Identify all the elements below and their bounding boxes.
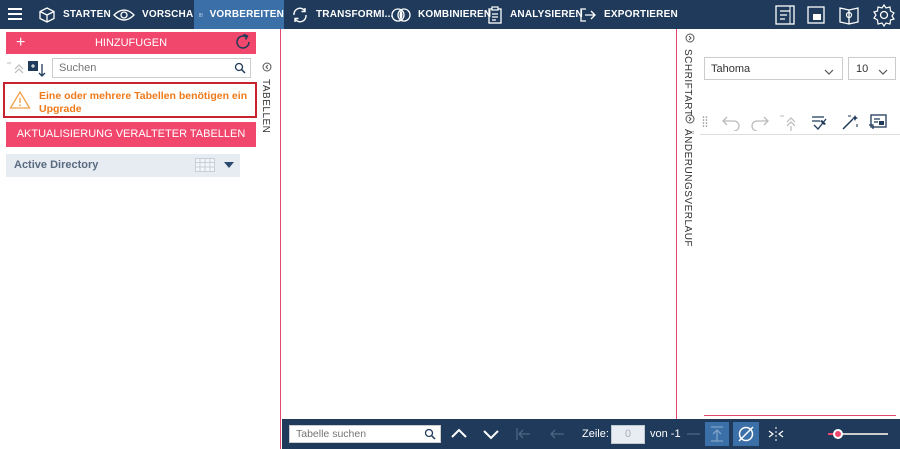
right-panel-tabs: SCHRIFTART ÄNDERUNGSVERLAUF [676,29,700,419]
book-icon[interactable] [837,3,861,27]
cube-icon [39,6,55,23]
font-family-select[interactable]: Tahoma [704,57,843,80]
transform-icon [293,7,307,22]
move-to-top-icon[interactable] [780,113,800,131]
tab-aenderungsverlauf[interactable]: ÄNDERUNGSVERLAUF [682,129,693,247]
row-count-label: von -1 [650,428,681,440]
divider [704,415,896,416]
next-row-icon[interactable] [685,425,703,443]
nav-vorschau[interactable]: VORSCHAU [113,0,201,29]
jump-to-top-button[interactable] [705,422,729,446]
add-table-button-label: HINZUFUGEN [94,37,168,49]
redo-icon[interactable] [750,113,770,132]
eye-icon [113,8,135,21]
nav-vorbereiten[interactable]: VORBEREITEN [194,0,284,29]
grid-icon[interactable] [195,158,215,172]
search-icon[interactable] [234,62,246,77]
magic-icon[interactable] [840,113,860,131]
chevron-down-icon[interactable] [482,425,500,443]
zoom-slider[interactable] [828,429,888,439]
first-row-icon[interactable] [514,425,532,443]
table-list-item[interactable]: Active Directory [6,154,240,177]
nav-vorbereiten-label: VORBEREITEN [209,9,284,20]
chevron-down-icon[interactable] [224,162,234,168]
jump-top-icon [711,426,723,442]
empty-set-icon [738,426,754,442]
compress-columns-icon[interactable] [767,425,785,443]
update-outdated-tables-label: AKTUALISIERUNG VERALTETER TABELLEN [16,128,246,140]
nav-exportieren-label: EXPORTIEREN [604,9,678,20]
row-number-input[interactable]: 0 [611,425,645,444]
row-label: Zeile: [582,428,609,440]
font-panel: Tahoma 10 [700,29,900,419]
table-tools [7,60,49,78]
upgrade-warning-text: Eine oder mehrere Tabellen benötigen ein… [39,90,248,115]
nav-vorschau-label: VORSCHAU [142,9,201,20]
warning-icon [9,90,31,113]
script-icon[interactable] [868,113,888,131]
font-size-select[interactable]: 10 [848,57,896,80]
table-search-input[interactable] [290,426,415,442]
clipboard-icon [488,5,502,24]
chevron-down-icon [878,66,888,78]
nav-starten-label: STARTEN [63,9,111,20]
nav-exportieren[interactable]: EXPORTIEREN [579,0,678,29]
data-grid-area[interactable] [282,29,676,419]
nav-analysieren[interactable]: ANALYSIEREN [487,0,583,29]
undo-icon[interactable] [721,113,741,132]
zoom-slider-handle[interactable] [833,429,843,439]
refresh-icon[interactable] [233,32,253,52]
tables-search-input[interactable] [53,59,223,77]
search-icon[interactable] [424,428,436,443]
font-size-value: 10 [856,63,869,75]
hamburger-icon[interactable] [8,8,22,20]
tab-tabellen[interactable]: TABELLEN [259,61,275,134]
add-table-button[interactable]: + HINZUFUGEN [6,32,256,54]
nav-starten[interactable]: STARTEN [38,0,111,29]
chevron-up-icon[interactable] [450,425,468,443]
export-icon [580,7,596,22]
collapse-history-icon[interactable] [685,113,695,127]
upgrade-warning: Eine oder mehrere Tabellen benötigen ein… [3,82,257,118]
move-up-icon[interactable] [7,62,24,74]
tables-search[interactable] [52,58,251,78]
settings-icon[interactable] [872,3,896,28]
top-navigation-bar: STARTEN VORSCHAU VORBEREITEN TRANSFORMI.… [0,0,900,29]
bottom-toolbar: Zeile: 0 von -1 [282,419,900,449]
table-name: Active Directory [14,159,99,171]
collapse-icon[interactable] [262,61,272,75]
collapse-font-icon[interactable] [685,32,695,46]
notes-icon[interactable] [773,3,797,27]
combine-icon [391,7,411,22]
nav-transformieren[interactable]: TRANSFORMI... [291,0,394,29]
tab-tabellen-label: TABELLEN [260,79,271,134]
table-search[interactable] [289,425,441,443]
table-icon [199,12,203,17]
window-icon[interactable] [804,3,828,27]
tab-schriftart[interactable]: SCHRIFTART [682,49,693,116]
nav-transformieren-label: TRANSFORMI... [316,9,394,20]
font-family-value: Tahoma [711,63,751,75]
empty-values-button[interactable] [733,422,759,446]
sort-icon[interactable] [28,61,46,77]
nav-kombinieren[interactable]: KOMBINIEREN [391,0,491,29]
drag-handle-icon[interactable] [702,113,708,131]
previous-row-icon[interactable] [548,425,566,443]
plus-icon: + [16,34,26,51]
apply-edits-icon[interactable] [810,113,830,131]
chevron-down-icon [824,66,834,78]
nav-kombinieren-label: KOMBINIEREN [418,9,492,20]
nav-analysieren-label: ANALYSIEREN [510,9,583,20]
update-outdated-tables-button[interactable]: AKTUALISIERUNG VERALTETER TABELLEN [6,122,256,147]
history-toolbar [700,109,900,135]
tables-panel: + HINZUFUGEN Eine oder mehrere Tabellen … [0,29,281,449]
